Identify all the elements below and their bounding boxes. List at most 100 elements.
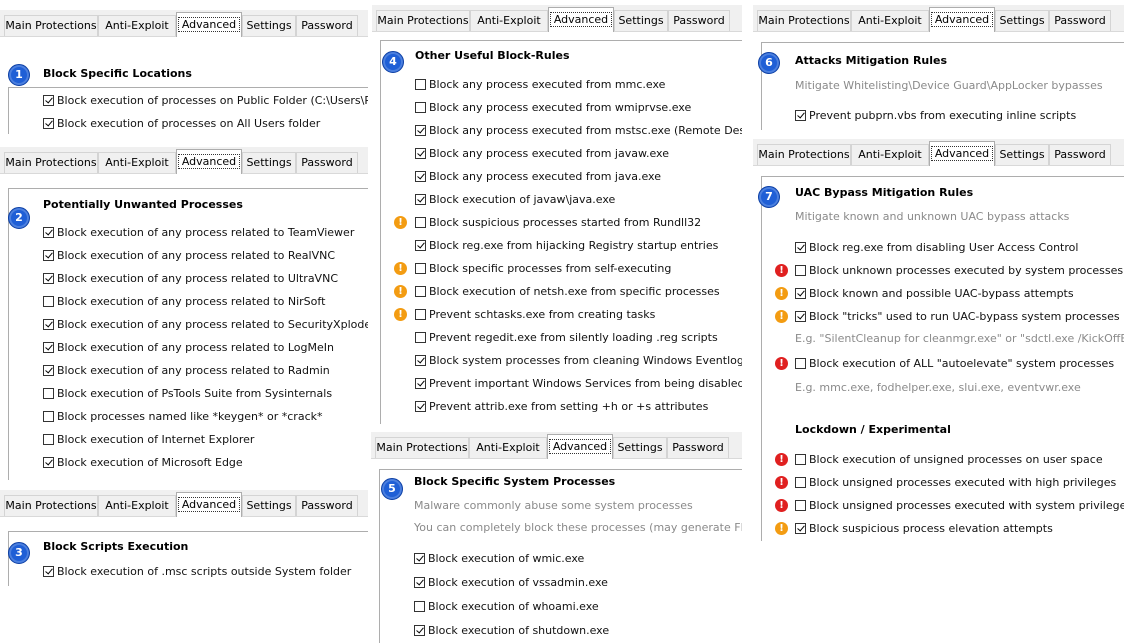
tab-settings[interactable]: Settings xyxy=(242,15,296,36)
checkbox-unchecked[interactable] xyxy=(415,263,426,274)
checkbox-option[interactable]: Block execution of ALL "autoelevate" sys… xyxy=(795,356,1114,372)
checkbox-unchecked[interactable] xyxy=(795,500,806,511)
checkbox-option[interactable]: Block execution of netsh.exe from specif… xyxy=(415,284,720,300)
tab-settings[interactable]: Settings xyxy=(995,10,1049,31)
checkbox-option[interactable]: Block execution of any process related t… xyxy=(43,248,335,264)
checkbox-option[interactable]: Block execution of Microsoft Edge xyxy=(43,455,243,471)
checkbox-option[interactable]: Prevent schtasks.exe from creating tasks xyxy=(415,307,655,323)
checkbox-option[interactable]: Block execution of PsTools Suite from Sy… xyxy=(43,386,332,402)
checkbox-checked[interactable] xyxy=(415,148,426,159)
tab-main-protections[interactable]: Main Protections xyxy=(375,437,469,458)
tab-settings[interactable]: Settings xyxy=(614,10,668,31)
checkbox-option[interactable]: Block execution of any process related t… xyxy=(43,317,368,333)
tab-anti-exploit[interactable]: Anti-Exploit xyxy=(98,495,176,516)
checkbox-option[interactable]: Prevent pubprn.vbs from executing inline… xyxy=(795,108,1076,124)
checkbox-option[interactable]: Block execution of wmic.exe xyxy=(414,551,584,567)
checkbox-checked[interactable] xyxy=(43,319,54,330)
checkbox-option[interactable]: Block known and possible UAC-bypass atte… xyxy=(795,286,1074,302)
checkbox-checked[interactable] xyxy=(415,401,426,412)
tab-anti-exploit[interactable]: Anti-Exploit xyxy=(851,10,929,31)
checkbox-option[interactable]: Block any process executed from mstsc.ex… xyxy=(415,123,742,139)
tab-main-protections[interactable]: Main Protections xyxy=(376,10,470,31)
checkbox-option[interactable]: Block execution of .msc scripts outside … xyxy=(43,564,351,580)
tab-advanced[interactable]: Advanced xyxy=(547,434,613,459)
checkbox-option[interactable]: Block system processes from cleaning Win… xyxy=(415,353,742,369)
checkbox-unchecked[interactable] xyxy=(795,477,806,488)
tab-advanced[interactable]: Advanced xyxy=(929,141,995,166)
tab-settings[interactable]: Settings xyxy=(613,437,667,458)
checkbox-checked[interactable] xyxy=(43,118,54,129)
checkbox-unchecked[interactable] xyxy=(43,434,54,445)
tab-anti-exploit[interactable]: Anti-Exploit xyxy=(469,437,547,458)
checkbox-option[interactable]: Block "tricks" used to run UAC-bypass sy… xyxy=(795,309,1120,325)
checkbox-option[interactable]: Block execution of shutdown.exe xyxy=(414,623,609,639)
tab-settings[interactable]: Settings xyxy=(242,495,296,516)
tab-password[interactable]: Password xyxy=(296,152,358,173)
checkbox-unchecked[interactable] xyxy=(414,601,425,612)
checkbox-checked[interactable] xyxy=(415,171,426,182)
checkbox-checked[interactable] xyxy=(414,577,425,588)
tab-password[interactable]: Password xyxy=(1049,10,1111,31)
checkbox-unchecked[interactable] xyxy=(415,309,426,320)
checkbox-option[interactable]: Block suspicious process elevation attem… xyxy=(795,521,1053,537)
checkbox-option[interactable]: Prevent regedit.exe from silently loadin… xyxy=(415,330,718,346)
checkbox-option[interactable]: Block any process executed from mmc.exe xyxy=(415,77,665,93)
checkbox-checked[interactable] xyxy=(43,227,54,238)
tab-anti-exploit[interactable]: Anti-Exploit xyxy=(98,152,176,173)
checkbox-unchecked[interactable] xyxy=(415,102,426,113)
checkbox-unchecked[interactable] xyxy=(795,454,806,465)
checkbox-checked[interactable] xyxy=(43,250,54,261)
checkbox-option[interactable]: Prevent attrib.exe from setting +h or +s… xyxy=(415,399,708,415)
checkbox-option[interactable]: Block execution of Internet Explorer xyxy=(43,432,254,448)
checkbox-option[interactable]: Block execution of any process related t… xyxy=(43,294,325,310)
checkbox-unchecked[interactable] xyxy=(415,286,426,297)
checkbox-option[interactable]: Block any process executed from wmiprvse… xyxy=(415,100,691,116)
tab-password[interactable]: Password xyxy=(1049,144,1111,165)
checkbox-checked[interactable] xyxy=(415,378,426,389)
checkbox-option[interactable]: Block any process executed from javaw.ex… xyxy=(415,146,669,162)
checkbox-option[interactable]: Block execution of any process related t… xyxy=(43,225,354,241)
checkbox-option[interactable]: Block unsigned processes executed with h… xyxy=(795,475,1116,491)
checkbox-option[interactable]: Block execution of processes on All User… xyxy=(43,116,320,132)
checkbox-unchecked[interactable] xyxy=(795,358,806,369)
checkbox-checked[interactable] xyxy=(415,355,426,366)
checkbox-option[interactable]: Block execution of any process related t… xyxy=(43,271,338,287)
tab-advanced[interactable]: Advanced xyxy=(929,7,995,32)
checkbox-option[interactable]: Block execution of javaw\java.exe xyxy=(415,192,615,208)
checkbox-option[interactable]: Block specific processes from self-execu… xyxy=(415,261,671,277)
tab-advanced[interactable]: Advanced xyxy=(176,12,242,37)
checkbox-checked[interactable] xyxy=(795,288,806,299)
checkbox-checked[interactable] xyxy=(43,457,54,468)
tab-password[interactable]: Password xyxy=(667,437,729,458)
checkbox-option[interactable]: Block processes named like *keygen* or *… xyxy=(43,409,323,425)
checkbox-unchecked[interactable] xyxy=(795,265,806,276)
checkbox-checked[interactable] xyxy=(415,194,426,205)
checkbox-option[interactable]: Block execution of whoami.exe xyxy=(414,599,599,615)
checkbox-checked[interactable] xyxy=(43,365,54,376)
tab-main-protections[interactable]: Main Protections xyxy=(4,495,98,516)
checkbox-checked[interactable] xyxy=(43,566,54,577)
checkbox-checked[interactable] xyxy=(795,242,806,253)
tab-main-protections[interactable]: Main Protections xyxy=(757,10,851,31)
tab-password[interactable]: Password xyxy=(296,15,358,36)
checkbox-checked[interactable] xyxy=(414,553,425,564)
checkbox-option[interactable]: Block execution of any process related t… xyxy=(43,363,330,379)
checkbox-checked[interactable] xyxy=(43,342,54,353)
checkbox-option[interactable]: Block execution of vssadmin.exe xyxy=(414,575,608,591)
checkbox-option[interactable]: Block unknown processes executed by syst… xyxy=(795,263,1123,279)
tab-main-protections[interactable]: Main Protections xyxy=(757,144,851,165)
tab-advanced[interactable]: Advanced xyxy=(548,7,614,32)
checkbox-checked[interactable] xyxy=(414,625,425,636)
tab-password[interactable]: Password xyxy=(668,10,730,31)
checkbox-option[interactable]: Block any process executed from java.exe xyxy=(415,169,661,185)
tab-settings[interactable]: Settings xyxy=(242,152,296,173)
checkbox-checked[interactable] xyxy=(43,273,54,284)
checkbox-option[interactable]: Block unsigned processes executed with s… xyxy=(795,498,1124,514)
checkbox-unchecked[interactable] xyxy=(415,332,426,343)
tab-anti-exploit[interactable]: Anti-Exploit xyxy=(98,15,176,36)
checkbox-checked[interactable] xyxy=(415,240,426,251)
checkbox-option[interactable]: Block execution of unsigned processes on… xyxy=(795,452,1103,468)
checkbox-checked[interactable] xyxy=(415,125,426,136)
tab-main-protections[interactable]: Main Protections xyxy=(4,15,98,36)
checkbox-checked[interactable] xyxy=(795,523,806,534)
